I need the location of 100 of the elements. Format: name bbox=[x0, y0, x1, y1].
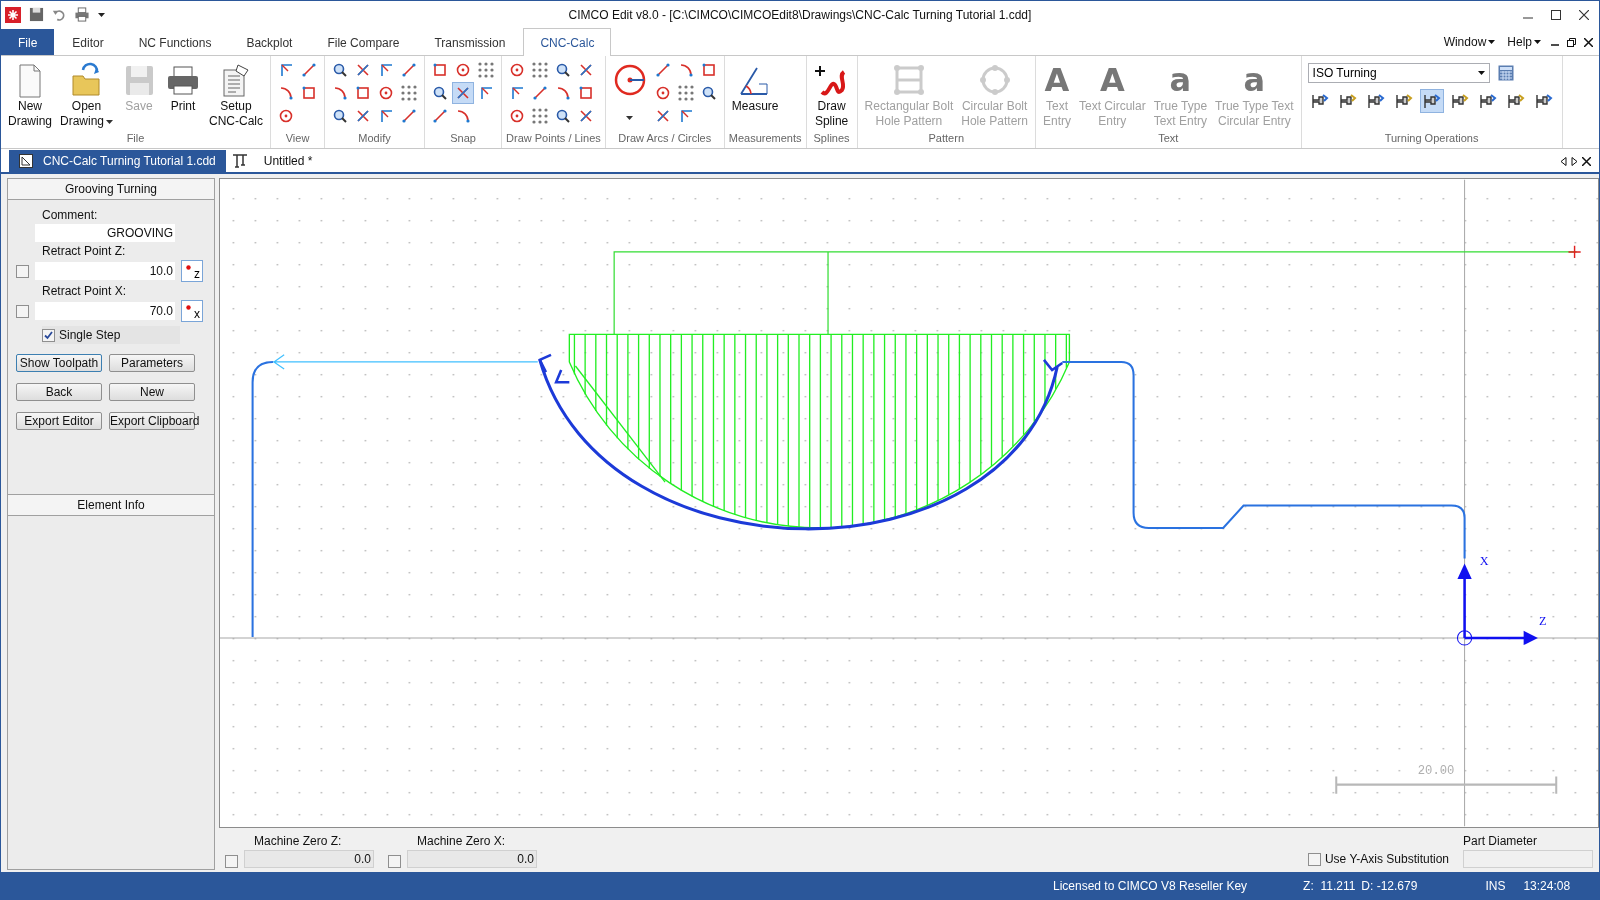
panel-button[interactable]: Show Toolpath bbox=[16, 354, 102, 372]
save-icon[interactable] bbox=[29, 7, 44, 22]
checkbox[interactable] bbox=[225, 855, 238, 868]
axis-label: X bbox=[1479, 553, 1489, 568]
ribbon-button[interactable]: Setup CNC-Calc bbox=[206, 59, 267, 131]
zoom-icon bbox=[332, 108, 349, 124]
line-segment-icon bbox=[432, 108, 449, 124]
checkbox-label: Single Step bbox=[59, 328, 121, 342]
group-label: Snap bbox=[449, 132, 477, 146]
group-label: Turning Operations bbox=[1383, 132, 1480, 146]
cross-lines-icon bbox=[355, 108, 372, 124]
panel-button[interactable]: Back bbox=[16, 383, 102, 401]
scroll-left-icon[interactable] bbox=[1560, 156, 1567, 166]
arc-icon bbox=[555, 85, 572, 101]
number-field[interactable]: 0.0 bbox=[407, 850, 537, 868]
zoom-icon bbox=[332, 62, 349, 78]
cad-canvas[interactable]: X Z 20.00 bbox=[220, 179, 1598, 827]
diameter-field[interactable] bbox=[1463, 850, 1593, 868]
lathe-tool-icon bbox=[1422, 92, 1441, 110]
line-segment-icon bbox=[401, 62, 418, 78]
circle-icon bbox=[509, 108, 526, 124]
z-coordinate: Z: 11.211 bbox=[1303, 878, 1356, 893]
line-segment-icon bbox=[401, 108, 418, 124]
panel-button[interactable]: Parameters bbox=[109, 354, 195, 372]
dot-icon bbox=[186, 305, 191, 310]
circle-icon bbox=[278, 108, 295, 124]
dot-grid-icon bbox=[478, 62, 495, 78]
origin-marker bbox=[1456, 630, 1473, 646]
caret-icon bbox=[98, 12, 105, 17]
lathe-tool-icon bbox=[1506, 92, 1525, 110]
circle-icon bbox=[509, 62, 526, 78]
print-icon[interactable] bbox=[74, 7, 90, 22]
pick-point-button[interactable]: x bbox=[181, 300, 203, 322]
cross-lines-icon bbox=[455, 85, 472, 101]
ribbon-button[interactable]: Print bbox=[162, 59, 205, 116]
maximize-icon[interactable] bbox=[1551, 9, 1561, 20]
checkbox[interactable] bbox=[42, 328, 55, 342]
arc-icon bbox=[455, 108, 472, 124]
number-field[interactable]: 10.0 bbox=[35, 262, 175, 280]
arc-icon bbox=[278, 85, 295, 101]
checkbox[interactable] bbox=[1307, 852, 1321, 866]
scroll-right-icon[interactable] bbox=[1571, 156, 1578, 166]
number-field[interactable]: 0.0 bbox=[244, 850, 374, 868]
close-icon[interactable] bbox=[1579, 9, 1589, 20]
menu-item[interactable]: Help bbox=[1505, 35, 1543, 49]
caret-icon bbox=[1534, 40, 1541, 44]
cross-lines-icon bbox=[355, 62, 372, 78]
d-coordinate: D: -12.679 bbox=[1361, 878, 1418, 893]
caret-icon bbox=[1488, 40, 1496, 44]
lathe-tool-icon bbox=[1394, 92, 1413, 110]
drawing-file-icon bbox=[19, 154, 33, 168]
dot-icon bbox=[186, 265, 191, 270]
tool-button[interactable] bbox=[452, 82, 475, 104]
app-logo-icon bbox=[5, 6, 21, 23]
panel-button[interactable]: New bbox=[109, 383, 195, 401]
square-icon bbox=[355, 85, 372, 101]
ribbon-tab[interactable]: CNC-Calc bbox=[523, 28, 612, 56]
document-tab[interactable]: Untitled * bbox=[253, 150, 323, 172]
panel-title: Grooving Turning bbox=[8, 179, 214, 200]
license-text: Licensed to CIMCO V8 Reseller Key bbox=[1053, 878, 1248, 893]
ribbon-button[interactable]: Open Drawing bbox=[57, 59, 117, 131]
circle-icon bbox=[378, 85, 395, 101]
undo-icon[interactable] bbox=[52, 7, 66, 22]
calculator-icon[interactable] bbox=[1497, 65, 1514, 81]
group-label: Splines bbox=[812, 132, 851, 146]
caret-icon bbox=[1477, 71, 1485, 75]
panel-button[interactable]: Export Editor bbox=[16, 412, 102, 430]
lathe-tool-icon bbox=[1478, 92, 1497, 110]
letter-icon: a bbox=[1243, 62, 1266, 98]
menu-item[interactable]: Window bbox=[1441, 35, 1498, 49]
close-icon[interactable] bbox=[1584, 37, 1593, 47]
checkbox[interactable] bbox=[388, 855, 401, 868]
checkbox-label: Use Y-Axis Substitution bbox=[1324, 852, 1449, 866]
tool-settings-icon[interactable] bbox=[231, 153, 248, 169]
field-label: Part Diameter bbox=[1463, 834, 1539, 848]
ribbon-button[interactable]: Measure bbox=[728, 59, 782, 116]
comment-field[interactable]: GROOVING bbox=[35, 224, 175, 242]
document-tab[interactable]: CNC-Calc Turning Tutorial 1.cdd bbox=[9, 150, 226, 172]
file-menu-button[interactable]: File bbox=[1, 29, 55, 55]
field-label: Machine Zero Z: bbox=[254, 834, 343, 848]
cross-lines-icon bbox=[654, 108, 671, 124]
pick-point-button[interactable]: z bbox=[181, 260, 203, 282]
window-title: CIMCO Edit v8.0 - [C:\CIMCO\CIMCOEdit8\Drawings\CNC-Calc Turning Tutorial 1.cdd] bbox=[567, 7, 1033, 22]
checkbox[interactable] bbox=[16, 304, 29, 318]
field-label: Comment: bbox=[42, 208, 99, 222]
restore-icon[interactable] bbox=[1567, 37, 1576, 47]
operation-dropdown[interactable]: ISO Turning bbox=[1307, 63, 1490, 83]
number-field[interactable]: 70.0 bbox=[35, 302, 175, 320]
checkbox[interactable] bbox=[16, 264, 29, 278]
line-segment-icon bbox=[301, 62, 318, 78]
group-label: Modify bbox=[357, 132, 392, 146]
close-icon[interactable] bbox=[1582, 156, 1591, 166]
ribbon-button[interactable]: New Drawing bbox=[5, 59, 55, 131]
circle-icon bbox=[455, 62, 472, 78]
arc-icon bbox=[332, 85, 349, 101]
cross-lines-icon bbox=[578, 62, 595, 78]
group-label: Text bbox=[1157, 132, 1180, 146]
turning-op-button[interactable] bbox=[1419, 89, 1444, 113]
ribbon-button[interactable]: Draw Spline bbox=[810, 59, 853, 131]
circle-center-icon bbox=[612, 63, 647, 97]
